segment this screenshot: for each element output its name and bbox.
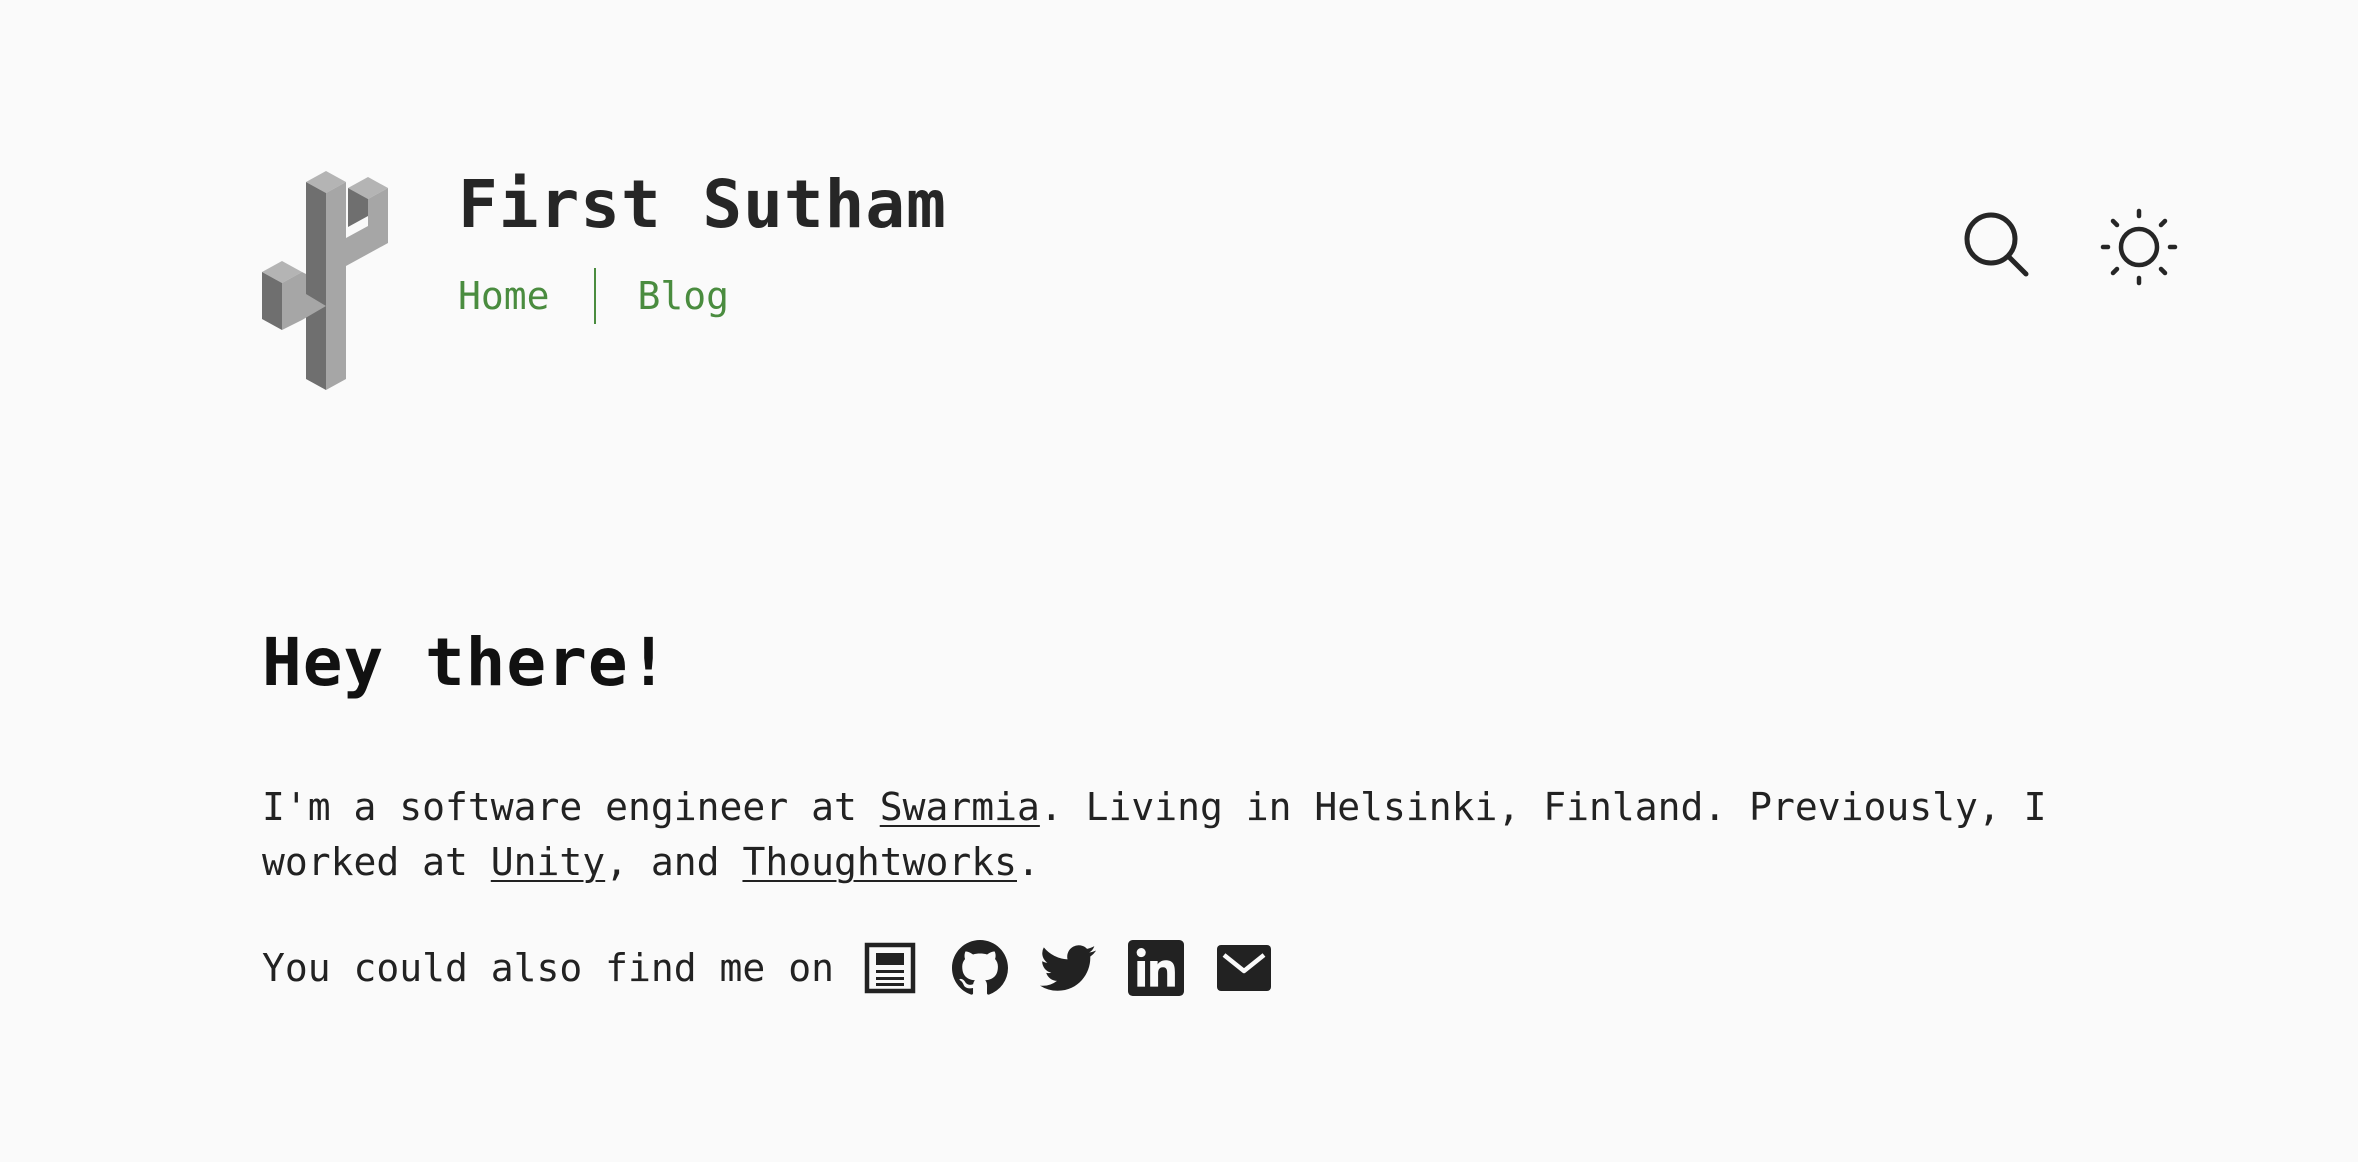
resume-icon[interactable] [864, 940, 920, 996]
swarmia-link[interactable]: Swarmia [880, 785, 1040, 829]
linkedin-icon[interactable] [1127, 940, 1184, 996]
sun-icon [2100, 208, 2178, 286]
search-icon [1964, 212, 2029, 277]
search-button[interactable] [1962, 210, 2032, 280]
nav-link-blog[interactable]: Blog [638, 274, 730, 318]
intro-text-1: I'm a software engineer at [262, 785, 880, 829]
site-title[interactable]: First Sutham [458, 172, 947, 238]
github-icon[interactable] [951, 940, 1008, 996]
theme-toggle-button[interactable] [2100, 208, 2178, 286]
intro-paragraph: I'm a software engineer at Swarmia. Livi… [262, 780, 2102, 890]
social-label: You could also find me on [262, 946, 834, 990]
social-links: You could also find me on [262, 940, 1304, 996]
main-content: Hey there! I'm a software engineer at Sw… [262, 624, 2102, 996]
twitter-icon[interactable] [1039, 940, 1096, 996]
nav-link-home[interactable]: Home [458, 274, 550, 318]
email-icon[interactable] [1216, 940, 1272, 996]
social-icon-list [864, 940, 1304, 996]
intro-text-3: , and [605, 840, 743, 884]
nav-divider [593, 268, 596, 324]
site-header: First Sutham Home Blog [262, 168, 2182, 392]
main-nav: Home Blog [458, 268, 729, 324]
page-heading: Hey there! [262, 624, 670, 701]
unity-link[interactable]: Unity [491, 840, 605, 884]
thoughtworks-link[interactable]: Thoughtworks [742, 840, 1017, 884]
isometric-cactus-logo-icon[interactable] [262, 168, 392, 390]
intro-text-4: . [1017, 840, 1040, 884]
